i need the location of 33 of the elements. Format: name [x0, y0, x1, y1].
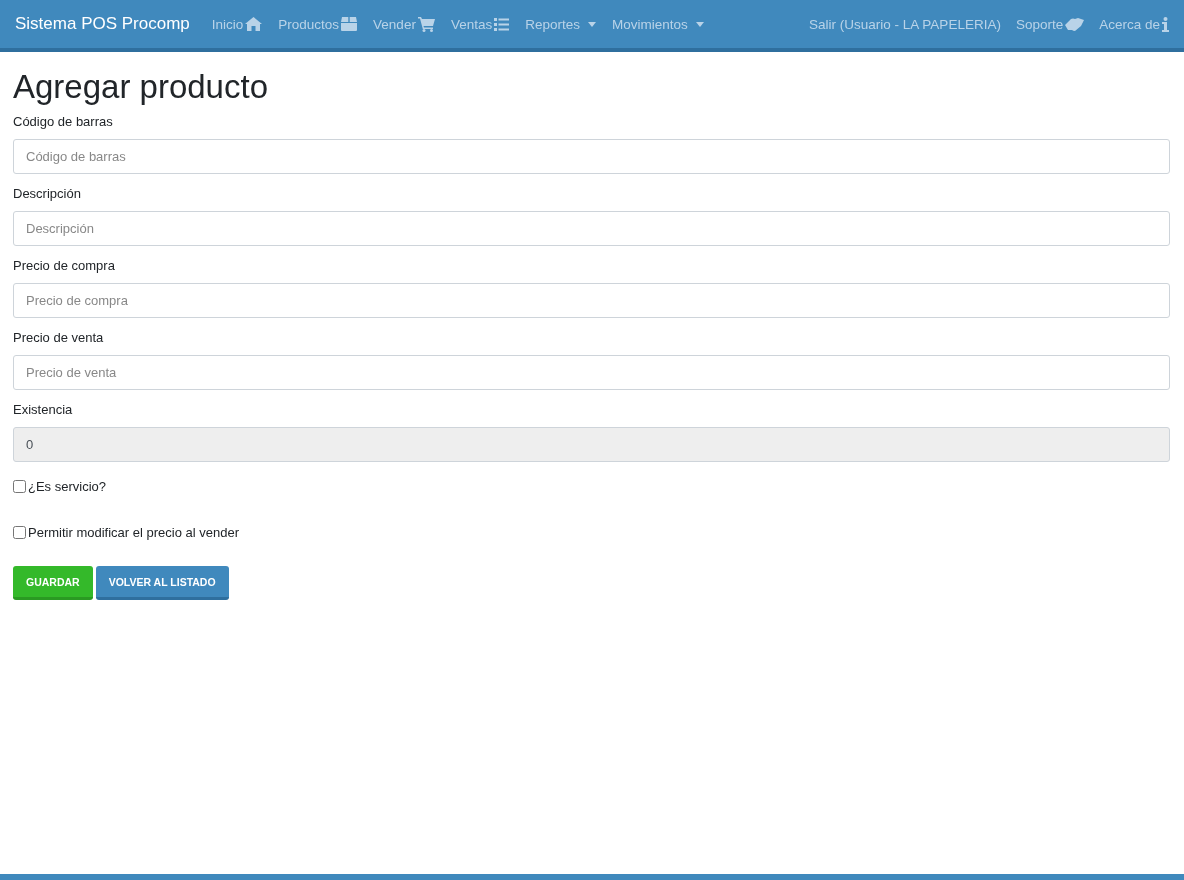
- caret-icon: [695, 21, 704, 27]
- nav-dropdown[interactable]: Movimientos: [611, 16, 704, 32]
- nav-link[interactable]: Acerca de: [1099, 16, 1169, 32]
- nav-link[interactable]: Productos: [278, 16, 358, 32]
- brand-title[interactable]: Sistema POS Procomp: [15, 14, 190, 34]
- input-field[interactable]: Precio de venta: [13, 355, 1170, 390]
- cart-icon: [417, 16, 435, 32]
- field-label: Precio de compra: [13, 258, 116, 273]
- field-label: Existencia: [13, 402, 74, 417]
- nav-link[interactable]: Inicio: [211, 16, 263, 32]
- input-field[interactable]: Descripción: [13, 211, 1170, 246]
- input-field[interactable]: Precio de compra: [13, 283, 1170, 318]
- field-label: Descripción: [13, 186, 82, 201]
- nav-link[interactable]: Soporte: [1015, 16, 1085, 32]
- home-icon: [245, 17, 263, 31]
- field-label: Precio de venta: [13, 330, 105, 345]
- checkbox[interactable]: [13, 525, 26, 539]
- nav-link[interactable]: Salir (Usuario - LA PAPELERIA): [809, 16, 1001, 32]
- save-button[interactable]: GUARDAR: [13, 566, 93, 600]
- info-icon: [1162, 16, 1169, 32]
- back-button[interactable]: VOLVER AL LISTADO: [95, 566, 229, 600]
- checkbox-label: ¿Es servicio?: [28, 478, 107, 494]
- field-label: Código de barras: [13, 114, 114, 129]
- checkbox[interactable]: [13, 479, 26, 493]
- caret-icon: [587, 21, 596, 27]
- nav-link[interactable]: Ventas: [450, 16, 510, 32]
- list-icon: [494, 17, 510, 31]
- page-title: Agregar producto: [13, 68, 269, 106]
- nav-dropdown[interactable]: Reportes: [525, 16, 596, 32]
- box-icon: [341, 17, 358, 31]
- checkbox-label: Permitir modificar el precio al vender: [28, 524, 239, 540]
- input-field[interactable]: Código de barras: [13, 139, 1170, 174]
- nav-link[interactable]: Vender: [373, 16, 435, 32]
